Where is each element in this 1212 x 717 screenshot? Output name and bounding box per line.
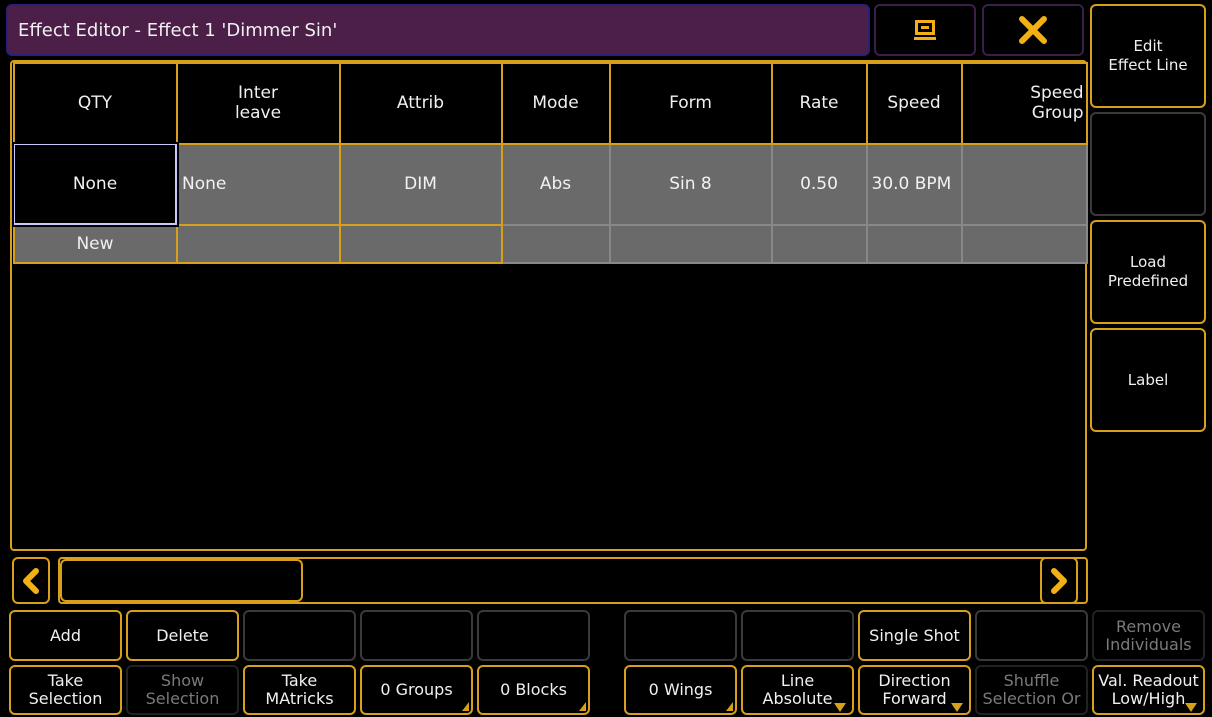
val-readout-button[interactable]: Val. Readout Low/High — [1092, 665, 1205, 715]
cell-empty[interactable] — [770, 223, 868, 264]
corner-arrow-icon — [726, 702, 733, 711]
empty-button[interactable] — [624, 610, 737, 661]
cell-interleave[interactable]: None — [175, 142, 341, 226]
line-absolute-label: Line Absolute — [762, 671, 833, 708]
cell-empty[interactable] — [960, 223, 1088, 264]
load-predefined-button[interactable]: Load Predefined — [1090, 220, 1206, 324]
edit-effect-line-button[interactable]: Edit Effect Line — [1090, 4, 1206, 108]
cell-qty[interactable]: None — [11, 141, 179, 227]
side-empty-button[interactable] — [1090, 112, 1206, 216]
corner-arrow-icon — [462, 702, 469, 711]
table-header-row: QTY Inter leave Attrib Mode Form Rate Sp… — [12, 62, 1088, 145]
empty-button[interactable] — [741, 610, 854, 661]
blocks-button[interactable]: 0 Blocks — [477, 665, 590, 715]
column-header-attrib[interactable]: Attrib — [338, 62, 503, 145]
direction-label: Direction Forward — [878, 671, 951, 708]
scroll-right-button[interactable] — [1040, 557, 1078, 604]
val-readout-label: Val. Readout Low/High — [1098, 671, 1199, 708]
window-title: Effect Editor - Effect 1 'Dimmer Sin' — [6, 4, 870, 56]
cell-empty[interactable] — [175, 223, 341, 264]
dropdown-arrow-icon — [834, 703, 846, 712]
column-header-interleave[interactable]: Inter leave — [175, 62, 341, 145]
cell-speed[interactable]: 30.0 BPM — [865, 142, 963, 226]
cell-attrib[interactable]: DIM — [338, 142, 503, 226]
empty-button[interactable] — [243, 610, 356, 661]
empty-button[interactable] — [975, 610, 1088, 661]
take-matricks-button[interactable]: Take MAtricks — [243, 665, 356, 715]
cell-speed-group[interactable] — [960, 142, 1088, 226]
cell-rate[interactable]: 0.50 — [770, 142, 868, 226]
delete-button[interactable]: Delete — [126, 610, 239, 661]
column-header-speed-group[interactable]: Speed Group — [960, 62, 1088, 145]
shuffle-selection-button[interactable]: Shuffle Selection Or — [975, 665, 1088, 715]
table-row: None None DIM Abs Sin 8 0.50 30.0 BPM — [11, 141, 1088, 227]
cell-empty[interactable] — [865, 223, 963, 264]
remove-individuals-button[interactable]: Remove Individuals — [1092, 610, 1205, 661]
cell-empty[interactable] — [500, 223, 611, 264]
label-button[interactable]: Label — [1090, 328, 1206, 432]
close-button[interactable] — [982, 4, 1084, 56]
take-selection-button[interactable]: Take Selection — [9, 665, 122, 715]
cell-mode[interactable]: Abs — [500, 142, 611, 226]
dropdown-arrow-icon — [951, 703, 963, 712]
column-header-qty[interactable]: QTY — [12, 62, 178, 145]
wings-label: 0 Wings — [648, 680, 713, 699]
add-button[interactable]: Add — [9, 610, 122, 661]
line-absolute-button[interactable]: Line Absolute — [741, 665, 854, 715]
empty-button[interactable] — [477, 610, 590, 661]
effect-lines-table: QTY Inter leave Attrib Mode Form Rate Sp… — [11, 62, 1088, 264]
cell-form[interactable]: Sin 8 — [608, 142, 773, 226]
single-shot-button[interactable]: Single Shot — [858, 610, 971, 661]
column-header-speed[interactable]: Speed — [865, 62, 963, 145]
show-selection-button[interactable]: Show Selection — [126, 665, 239, 715]
wings-button[interactable]: 0 Wings — [624, 665, 737, 715]
blocks-label: 0 Blocks — [500, 680, 567, 699]
column-header-mode[interactable]: Mode — [500, 62, 611, 145]
chevron-right-icon — [1051, 567, 1067, 594]
table-row: New — [12, 223, 1088, 264]
empty-button[interactable] — [360, 610, 473, 661]
corner-arrow-icon — [579, 702, 586, 711]
scrollbar-thumb[interactable] — [60, 559, 303, 602]
column-header-form[interactable]: Form — [608, 62, 773, 145]
cell-empty[interactable] — [608, 223, 773, 264]
groups-button[interactable]: 0 Groups — [360, 665, 473, 715]
cell-new[interactable]: New — [12, 223, 178, 264]
dropdown-arrow-icon — [1185, 703, 1197, 712]
groups-label: 0 Groups — [380, 680, 453, 699]
screen-button[interactable] — [874, 4, 976, 56]
chevron-left-icon — [23, 567, 39, 594]
column-header-rate[interactable]: Rate — [770, 62, 868, 145]
direction-forward-button[interactable]: Direction Forward — [858, 665, 971, 715]
screen-icon — [914, 20, 936, 40]
cell-empty[interactable] — [338, 223, 503, 264]
scroll-left-button[interactable] — [12, 557, 50, 604]
close-icon — [1019, 16, 1047, 44]
